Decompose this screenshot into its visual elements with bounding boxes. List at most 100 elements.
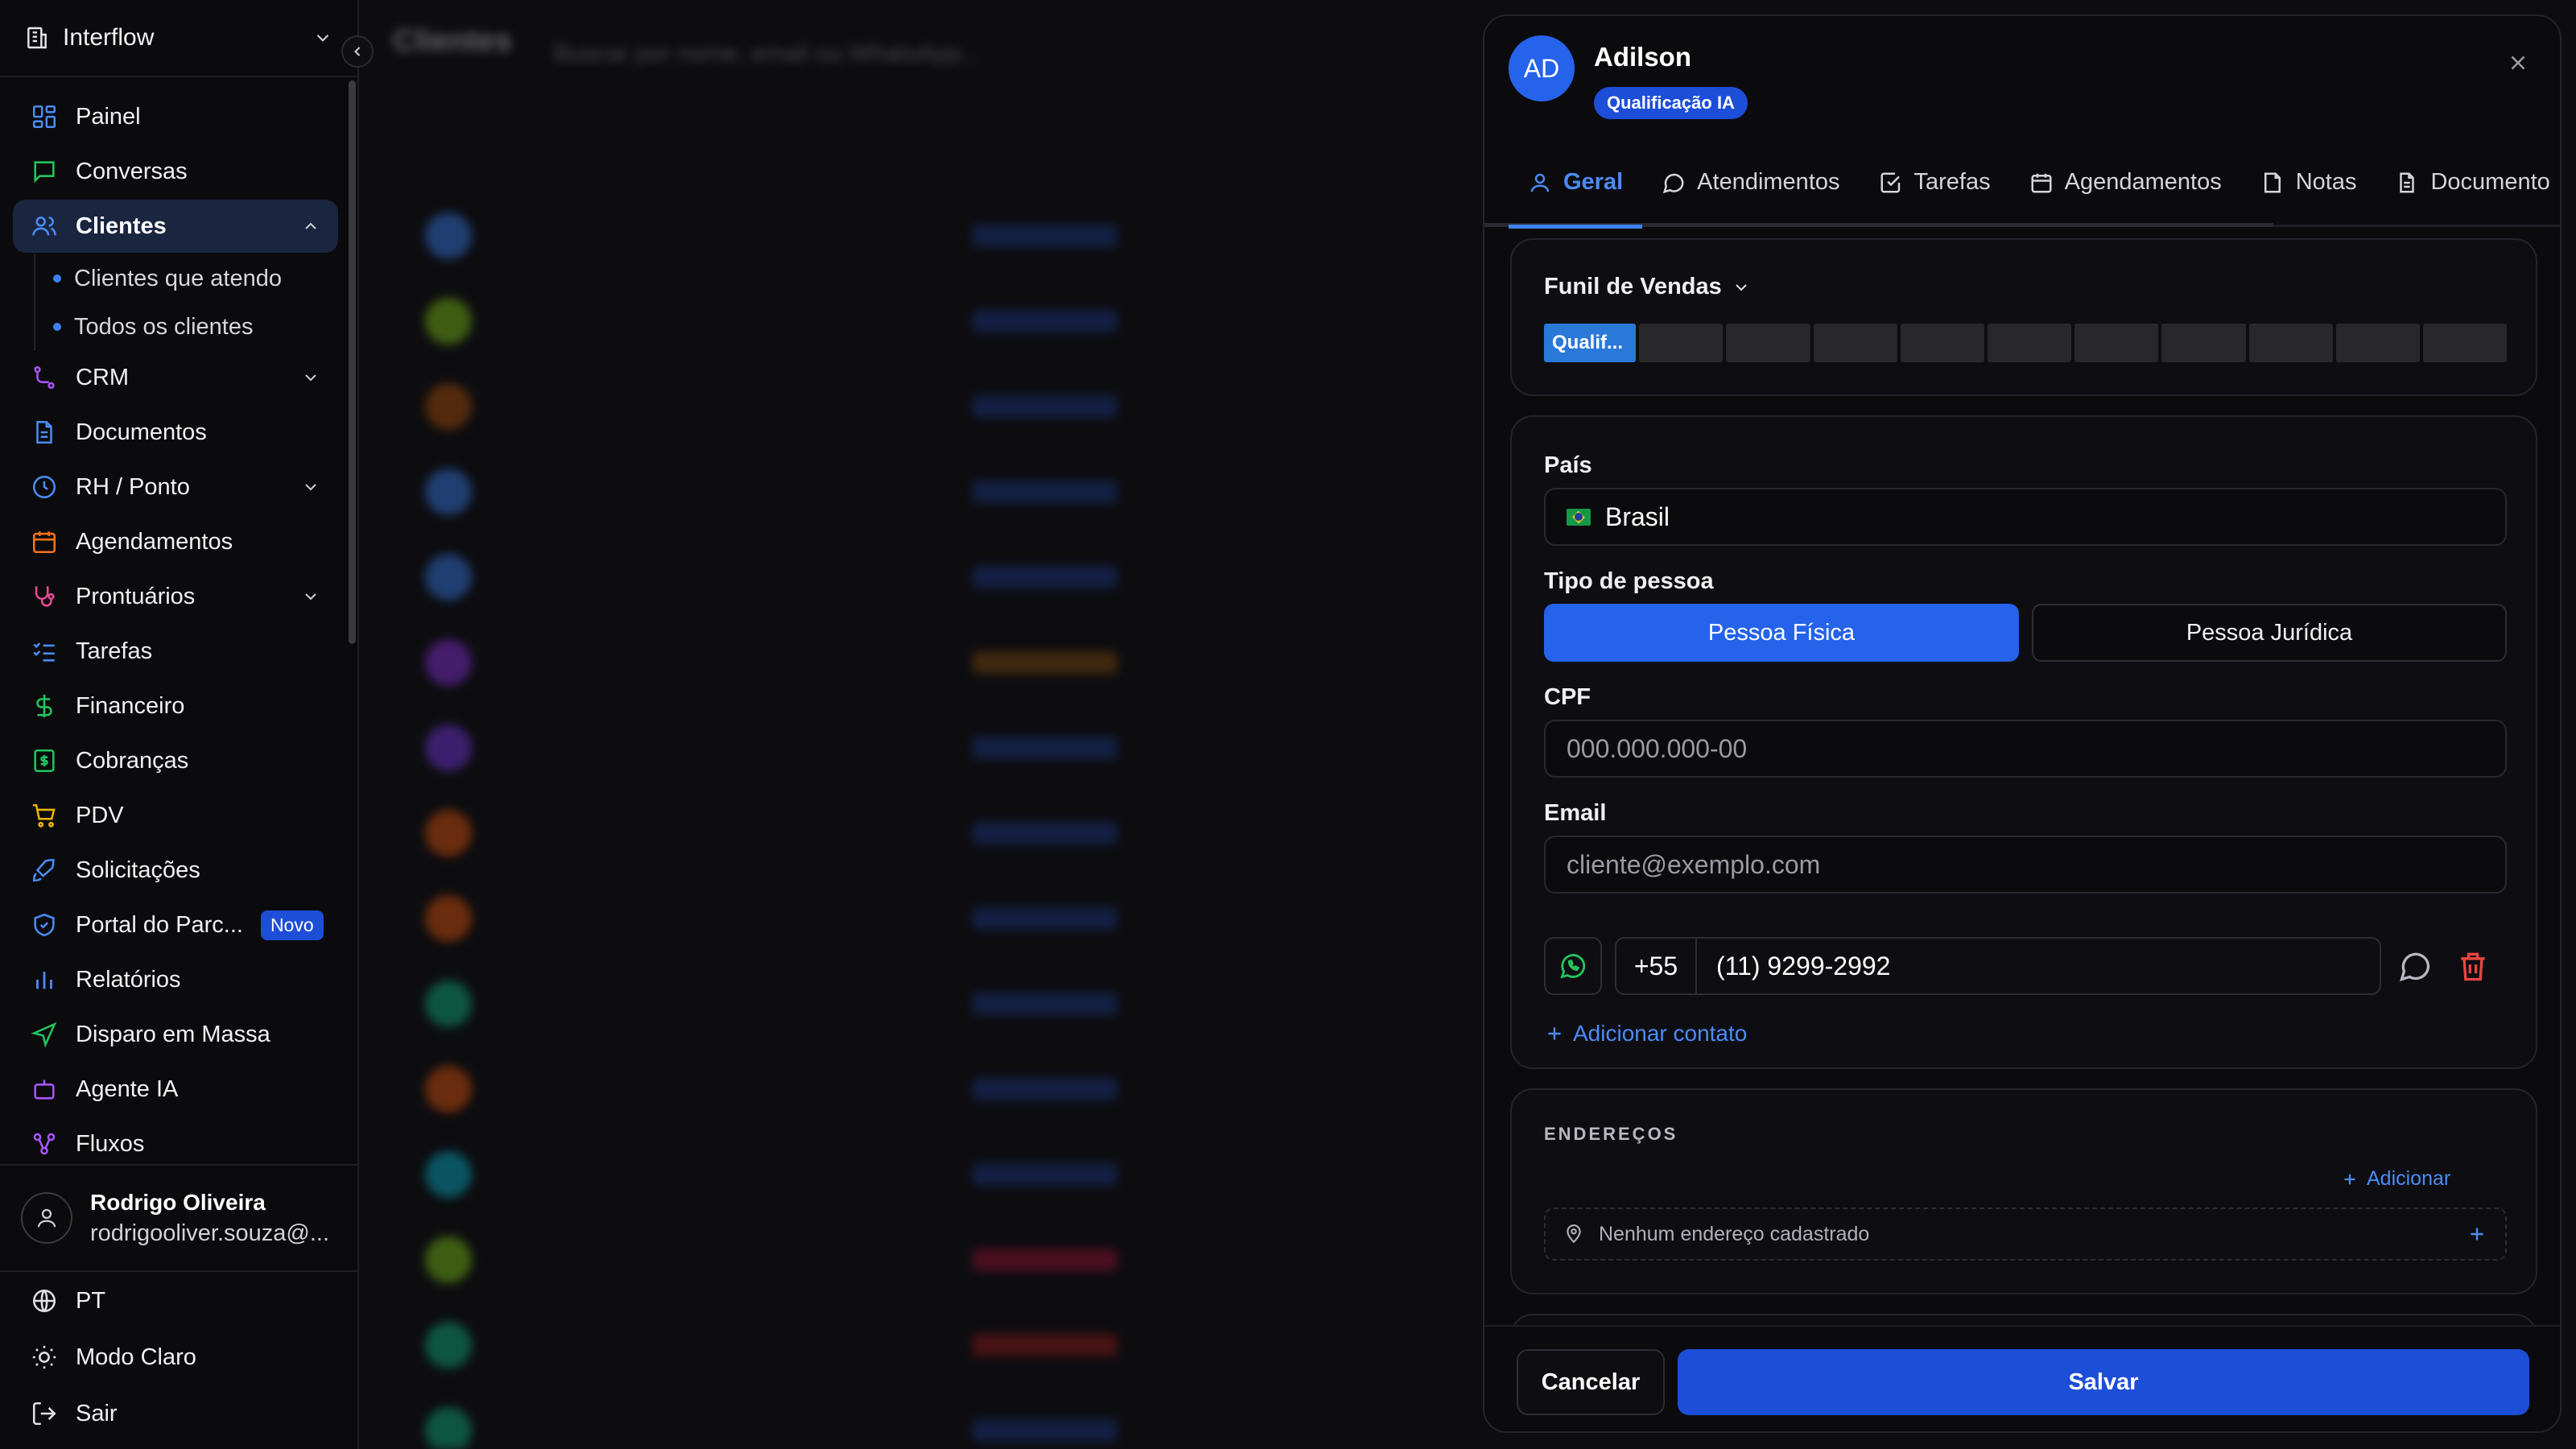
- clock-icon: [32, 475, 56, 499]
- chevron-down-icon: [305, 593, 316, 601]
- empty-address-slot[interactable]: Nenhum endereço cadastrado: [1544, 1208, 2507, 1261]
- avatar: [425, 553, 472, 601]
- chevron-down-icon: [305, 374, 316, 382]
- add-address-button[interactable]: Adicionar: [2341, 1167, 2450, 1191]
- sidebar-item-label: Conversas: [76, 158, 188, 184]
- status-badge: [972, 1162, 1117, 1186]
- avatar: [21, 1192, 72, 1244]
- sidebar-item-conversas[interactable]: Conversas: [13, 145, 338, 198]
- sidebar-item-cobrancas[interactable]: Cobranças: [13, 734, 338, 787]
- plus-icon[interactable]: [2467, 1224, 2487, 1245]
- tab-documentos[interactable]: Documento: [2376, 139, 2560, 226]
- sidebar-item-label: Cobranças: [76, 747, 189, 774]
- message-circle-icon: [1663, 173, 1684, 193]
- avatar: [425, 1236, 472, 1283]
- submenu-item-clientes-que-atendo[interactable]: Clientes que atendo: [53, 254, 338, 303]
- sidebar-item-label: Agente IA: [76, 1075, 179, 1102]
- sidebar-item-label: Clientes: [76, 213, 167, 239]
- tab-notas[interactable]: Notas: [2241, 139, 2376, 226]
- status-badge: [972, 736, 1117, 759]
- stage-badge: Qualificação IA: [1594, 87, 1748, 119]
- funnel-stage[interactable]: [1726, 324, 1810, 362]
- pessoa-fisica-button[interactable]: Pessoa Física: [1544, 604, 2019, 662]
- funnel-selector[interactable]: Funil de Vendas: [1544, 274, 1751, 300]
- sidebar-item-rh-ponto[interactable]: RH / Ponto: [13, 460, 338, 514]
- tab-atendimentos[interactable]: Atendimentos: [1642, 139, 1859, 226]
- tab-tarefas[interactable]: Tarefas: [1860, 139, 2010, 226]
- sidebar-item-agente-ia[interactable]: Agente IA: [13, 1063, 338, 1116]
- sidebar-item-label: Documentos: [76, 419, 207, 445]
- logout-button[interactable]: Sair: [13, 1386, 338, 1441]
- funnel-stage[interactable]: [2074, 324, 2159, 362]
- cpf-field[interactable]: 000.000.000-00: [1544, 720, 2507, 778]
- sidebar-item-prontuarios[interactable]: Prontuários: [13, 570, 338, 623]
- chat-icon: [34, 161, 55, 184]
- funnel-stage[interactable]: [2161, 324, 2246, 362]
- status-badge: [972, 906, 1117, 930]
- sidebar-item-solicitacoes[interactable]: Solicitações: [13, 844, 338, 897]
- phone-field[interactable]: (11) 9299-2992: [1695, 937, 2381, 995]
- sidebar-item-fluxos[interactable]: Fluxos: [13, 1117, 338, 1170]
- add-contact-link[interactable]: Adicionar contato: [1544, 1021, 1747, 1046]
- building-icon: [27, 27, 47, 49]
- user-icon: [37, 1208, 56, 1228]
- save-button[interactable]: Salvar: [1678, 1349, 2529, 1415]
- status-badge: [972, 1418, 1117, 1442]
- no-address-text: Nenhum endereço cadastrado: [1599, 1222, 1870, 1245]
- new-badge: Novo: [260, 910, 324, 940]
- search-input[interactable]: Buscar por nome, email ou WhatsApp...: [554, 40, 1053, 68]
- sidebar-item-clientes[interactable]: Clientes: [13, 200, 338, 253]
- client-drawer: AD Adilson Qualificação IA Geral Atendim…: [1483, 14, 2562, 1433]
- funnel-stage[interactable]: [1987, 324, 2072, 362]
- trash-icon[interactable]: [2455, 948, 2491, 984]
- status-badge: [972, 1333, 1117, 1356]
- sidebar-item-disparo-em-massa[interactable]: Disparo em Massa: [13, 1008, 338, 1061]
- avatar: [425, 980, 472, 1027]
- sidebar-item-crm[interactable]: CRM: [13, 351, 338, 404]
- sidebar-item-documentos[interactable]: Documentos: [13, 406, 338, 459]
- pessoa-juridica-button[interactable]: Pessoa Jurídica: [2032, 604, 2507, 662]
- sidebar-item-relatorios[interactable]: Relatórios: [13, 953, 338, 1006]
- sidebar-item-pdv[interactable]: PDV: [13, 789, 338, 842]
- avatar: [425, 724, 472, 771]
- funnel-stage[interactable]: [2248, 324, 2333, 362]
- funnel-stage[interactable]: Qualif...: [1544, 324, 1637, 362]
- funnel-stage[interactable]: [1639, 324, 1724, 362]
- message-circle-icon[interactable]: [2397, 948, 2433, 984]
- whatsapp-icon: [1560, 954, 1586, 979]
- sidebar-item-label: RH / Ponto: [76, 473, 190, 500]
- country-select[interactable]: Brasil: [1544, 488, 2507, 546]
- funnel-stage[interactable]: [2335, 324, 2420, 362]
- email-field[interactable]: cliente@exemplo.com: [1544, 836, 2507, 894]
- country-code-select[interactable]: +55: [1615, 937, 1697, 995]
- status-badge: [972, 1077, 1117, 1100]
- drawer-tabs: Geral Atendimentos Tarefas Agendamentos …: [1484, 139, 2560, 229]
- sidebar-item-agendamentos[interactable]: Agendamentos: [13, 515, 338, 568]
- tab-label: Agendamentos: [2064, 169, 2222, 195]
- workspace-switcher[interactable]: Interflow: [0, 0, 357, 77]
- sidebar-item-tarefas[interactable]: Tarefas: [13, 625, 338, 678]
- tab-geral[interactable]: Geral: [1509, 139, 1643, 229]
- sidebar-item-financeiro[interactable]: Financeiro: [13, 679, 338, 733]
- cancel-button[interactable]: Cancelar: [1517, 1349, 1665, 1415]
- sidebar-item-portal-do-parceiro[interactable]: Portal do Parc... Novo: [13, 898, 338, 952]
- whatsapp-type-button[interactable]: [1544, 937, 1602, 995]
- funnel-stage[interactable]: [1900, 324, 1984, 362]
- tab-label: Tarefas: [1913, 169, 1991, 195]
- tab-agendamentos[interactable]: Agendamentos: [2010, 139, 2241, 226]
- language-selector[interactable]: PT: [13, 1274, 338, 1328]
- user-profile[interactable]: Rodrigo Oliveira rodrigooliver.souza@...: [0, 1164, 357, 1272]
- sidebar-scrollbar[interactable]: [349, 80, 356, 644]
- theme-toggle[interactable]: Modo Claro: [13, 1330, 338, 1385]
- avatar: [425, 1065, 472, 1113]
- note-icon: [2264, 172, 2281, 192]
- funnel-stage[interactable]: [2422, 324, 2508, 362]
- close-button[interactable]: [2500, 45, 2536, 80]
- workflow-icon: [33, 1133, 56, 1155]
- bullet-icon: [53, 323, 61, 331]
- sidebar-item-painel[interactable]: Painel: [13, 90, 338, 143]
- calendar-icon: [32, 531, 56, 554]
- submenu-item-todos-os-clientes[interactable]: Todos os clientes: [53, 303, 338, 351]
- funnel-stage[interactable]: [1813, 324, 1897, 362]
- avatar: [425, 638, 472, 686]
